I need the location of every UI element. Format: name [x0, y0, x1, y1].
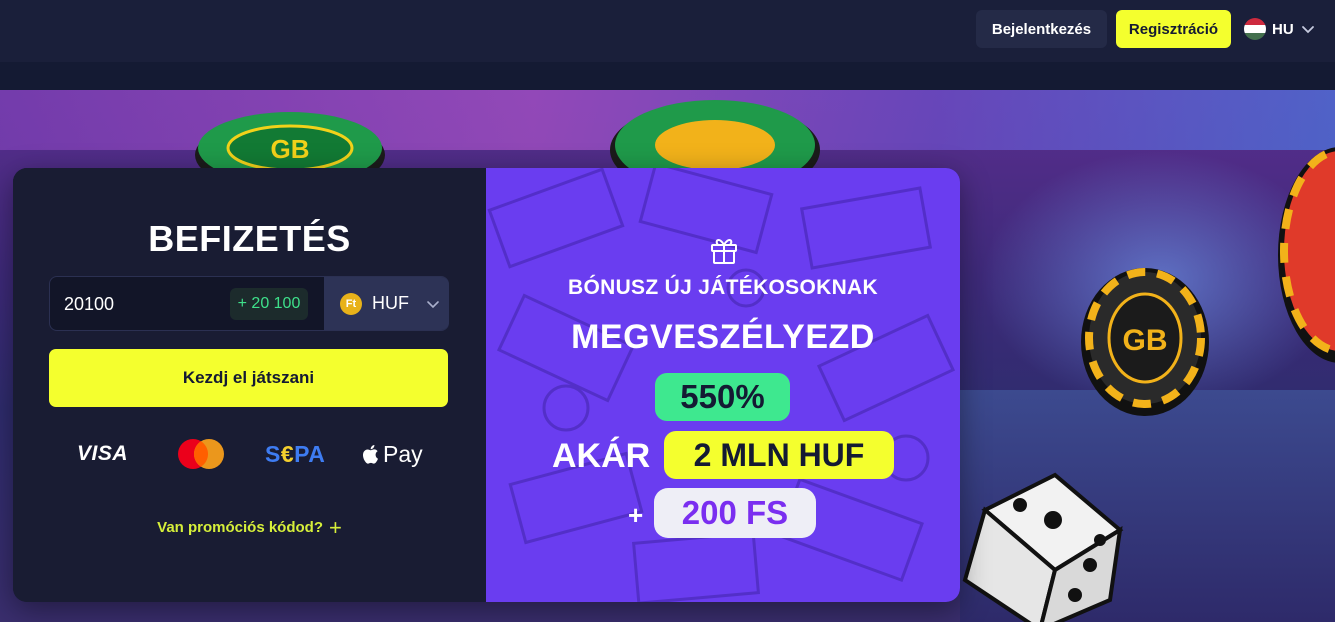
black-chip-icon: GB [1081, 268, 1209, 416]
gift-icon [711, 239, 737, 264]
red-chip-icon [1278, 147, 1335, 363]
forint-coin-icon: Ft [340, 292, 362, 315]
mastercard-icon [175, 434, 227, 474]
bonus-headline: MEGVESZÉLYEZD [571, 318, 875, 356]
bonus-amount-pill: 2 MLN HUF [664, 431, 894, 479]
start-playing-button[interactable]: Kezdj el játszani [49, 349, 448, 407]
visa-logo: VISA [77, 442, 129, 465]
amount-input[interactable]: 20100 [64, 294, 114, 315]
amount-field[interactable]: 20100 + 20 100 Ft HUF [49, 276, 449, 331]
bonus-upto-label: AKÁR [552, 436, 651, 475]
bonus-label: BÓNUSZ ÚJ JÁTÉKOSOKNAK [568, 276, 878, 299]
promo-label: Van promóciós kódod? [157, 519, 323, 536]
currency-label: HUF [372, 293, 409, 313]
bonus-plus-sign: + [628, 500, 644, 530]
amount-bonus-badge: + 20 100 [230, 288, 308, 320]
apple-pay-logo: Pay [361, 434, 423, 474]
language-code: HU [1272, 20, 1294, 38]
deposit-card: BEFIZETÉS 20100 + 20 100 Ft HUF Kezdj el… [13, 168, 960, 602]
deposit-title: BEFIZETÉS [148, 218, 351, 259]
svg-text:GB: GB [271, 134, 310, 164]
svg-text:GB: GB [1123, 324, 1168, 357]
currency-select[interactable]: Ft HUF [324, 277, 449, 330]
deposit-panel: BEFIZETÉS 20100 + 20 100 Ft HUF Kezdj el… [13, 168, 486, 602]
dice-icon [962, 472, 1124, 622]
hungary-flag-icon [1244, 18, 1266, 40]
plus-icon: + [329, 515, 342, 540]
bonus-percent-pill: 550% [655, 373, 790, 421]
free-spins-pill: 200 FS [654, 488, 816, 538]
language-selector[interactable]: HU [1244, 14, 1316, 44]
apple-icon [363, 445, 378, 464]
chevron-down-icon [427, 300, 439, 308]
chevron-down-icon [1301, 26, 1314, 34]
sepa-logo: S € PA [265, 440, 326, 467]
bonus-panel: BÓNUSZ ÚJ JÁTÉKOSOKNAK MEGVESZÉLYEZD 550… [486, 168, 960, 602]
sub-bar [0, 62, 1335, 90]
register-button[interactable]: Regisztráció [1116, 10, 1231, 48]
login-button[interactable]: Bejelentkezés [976, 10, 1107, 48]
green-chip-icon [610, 100, 820, 175]
promo-code-toggle[interactable]: Van promóciós kódod? + [13, 515, 486, 541]
payment-methods: VISA S € PA Pay [49, 434, 449, 474]
